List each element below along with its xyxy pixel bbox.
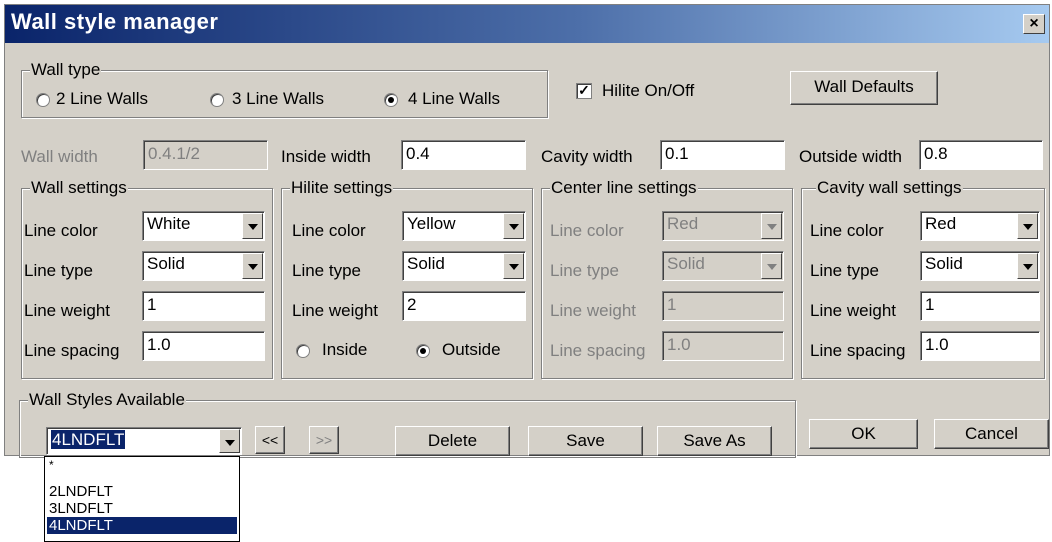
wall-line-weight-field[interactable]: 1 (142, 291, 265, 321)
radio-2-line-walls[interactable] (36, 93, 50, 107)
cancel-button[interactable]: Cancel (934, 419, 1049, 449)
outside-width-label: Outside width (799, 147, 902, 166)
center-line-weight-field: 1 (662, 291, 784, 321)
wall-line-weight-label: Line weight (24, 301, 111, 320)
window-title: Wall style manager (11, 9, 219, 34)
center-line-type-label: Line type (550, 261, 619, 280)
wall-line-type-label: Line type (24, 261, 93, 280)
wall-width-field: 0.4.1/2 (143, 140, 268, 170)
cavity-wall-settings-legend: Cavity wall settings (816, 178, 963, 198)
chevron-down-icon[interactable] (242, 253, 263, 279)
wall-line-color-value: White (147, 214, 191, 233)
cavity-line-spacing-label: Line spacing (810, 341, 906, 360)
chevron-down-icon (761, 213, 782, 239)
cavity-line-weight-field[interactable]: 1 (920, 291, 1040, 321)
inside-width-label: Inside width (281, 147, 371, 166)
next-style-button[interactable]: >> (309, 426, 339, 454)
list-item[interactable]: * (47, 457, 237, 474)
wall-style-select-value: 4LNDFLT (51, 430, 126, 449)
outside-width-field[interactable]: 0.8 (919, 140, 1043, 170)
radio-inside-label[interactable]: Inside (322, 340, 367, 360)
cavity-line-type-select[interactable]: Solid (920, 251, 1040, 281)
chevron-down-icon[interactable] (1017, 253, 1038, 279)
center-line-spacing-field: 1.0 (662, 331, 784, 361)
radio-3-line-walls-label[interactable]: 3 Line Walls (232, 89, 324, 109)
wall-type-group: Wall type 2 Line Walls 3 Line Walls 4 Li… (21, 60, 548, 118)
save-button[interactable]: Save (528, 426, 643, 456)
radio-2-line-walls-label[interactable]: 2 Line Walls (56, 89, 148, 109)
chevron-down-icon[interactable] (242, 213, 263, 239)
inside-width-field[interactable]: 0.4 (401, 140, 526, 170)
wall-style-dropdown-list[interactable]: * 2LNDFLT 3LNDFLT 4LNDFLT (44, 456, 240, 542)
cavity-line-type-value: Solid (925, 254, 963, 273)
wall-type-legend: Wall type (30, 60, 102, 80)
center-line-type-select: Solid (662, 251, 784, 281)
center-line-settings-group: Center line settings Line color Red Line… (541, 178, 793, 379)
wall-line-spacing-label: Line spacing (24, 341, 120, 360)
cavity-width-field[interactable]: 0.1 (660, 140, 785, 170)
wall-line-color-select[interactable]: White (142, 211, 265, 241)
chevron-down-icon[interactable] (503, 253, 524, 279)
wall-line-type-value: Solid (147, 254, 185, 273)
wall-line-color-label: Line color (24, 221, 98, 240)
wall-line-type-select[interactable]: Solid (142, 251, 265, 281)
cavity-line-type-label: Line type (810, 261, 879, 280)
chevron-down-icon[interactable] (1017, 213, 1038, 239)
wall-defaults-button[interactable]: Wall Defaults (790, 71, 938, 105)
wall-style-select[interactable]: 4LNDFLT (46, 427, 242, 455)
hilite-line-color-value: Yellow (407, 214, 456, 233)
hilite-line-color-label: Line color (292, 221, 366, 240)
radio-outside-label[interactable]: Outside (442, 340, 501, 360)
wall-styles-group: Wall Styles Available 4LNDFLT << >> Dele… (19, 390, 796, 458)
wall-styles-legend: Wall Styles Available (28, 390, 186, 410)
center-line-settings-legend: Center line settings (550, 178, 698, 198)
center-line-spacing-label: Line spacing (550, 341, 646, 360)
hilite-checkbox[interactable]: ✓ (576, 83, 592, 99)
cavity-line-color-value: Red (925, 214, 957, 233)
wall-settings-group: Wall settings Line color White Line type… (21, 178, 273, 379)
radio-4-line-walls[interactable] (384, 93, 398, 107)
wall-width-label: Wall width (21, 147, 98, 166)
hilite-line-weight-field[interactable]: 2 (402, 291, 526, 321)
hilite-settings-legend: Hilite settings (290, 178, 394, 198)
hilite-settings-group: Hilite settings Line color Yellow Line t… (281, 178, 533, 379)
wall-line-spacing-field[interactable]: 1.0 (142, 331, 265, 361)
wall-style-manager-dialog: Wall style manager × Wall type 2 Line Wa… (4, 4, 1050, 458)
radio-4-line-walls-label[interactable]: 4 Line Walls (408, 89, 500, 109)
center-line-color-value: Red (667, 214, 699, 233)
wall-settings-legend: Wall settings (30, 178, 128, 198)
list-item[interactable]: 4LNDFLT (47, 517, 237, 534)
radio-3-line-walls[interactable] (210, 93, 224, 107)
title-bar[interactable]: Wall style manager × (5, 5, 1049, 43)
chevron-down-icon (761, 253, 782, 279)
hilite-checkbox-label[interactable]: Hilite On/Off (602, 81, 694, 101)
hilite-line-type-select[interactable]: Solid (402, 251, 526, 281)
cavity-line-spacing-field[interactable]: 1.0 (920, 331, 1040, 361)
cavity-line-color-select[interactable]: Red (920, 211, 1040, 241)
center-line-color-select: Red (662, 211, 784, 241)
center-line-weight-label: Line weight (550, 301, 637, 320)
radio-outside[interactable] (416, 344, 430, 358)
hilite-line-color-select[interactable]: Yellow (402, 211, 526, 241)
hilite-line-type-value: Solid (407, 254, 445, 273)
hilite-line-weight-label: Line weight (292, 301, 379, 320)
chevron-down-icon[interactable] (503, 213, 524, 239)
cavity-width-label: Cavity width (541, 147, 633, 166)
ok-button[interactable]: OK (809, 419, 918, 449)
center-line-color-label: Line color (550, 221, 624, 240)
previous-style-button[interactable]: << (255, 426, 285, 454)
cavity-wall-settings-group: Cavity wall settings Line color Red Line… (801, 178, 1045, 379)
save-as-button[interactable]: Save As (657, 426, 772, 456)
center-line-type-value: Solid (667, 254, 705, 273)
close-button[interactable]: × (1023, 14, 1045, 34)
cavity-line-color-label: Line color (810, 221, 884, 240)
cavity-line-weight-label: Line weight (810, 301, 897, 320)
list-item[interactable]: 3LNDFLT (47, 500, 237, 517)
radio-inside[interactable] (296, 344, 310, 358)
delete-button[interactable]: Delete (395, 426, 510, 456)
chevron-down-icon[interactable] (219, 429, 240, 453)
hilite-line-type-label: Line type (292, 261, 361, 280)
list-item[interactable]: 2LNDFLT (47, 483, 237, 500)
